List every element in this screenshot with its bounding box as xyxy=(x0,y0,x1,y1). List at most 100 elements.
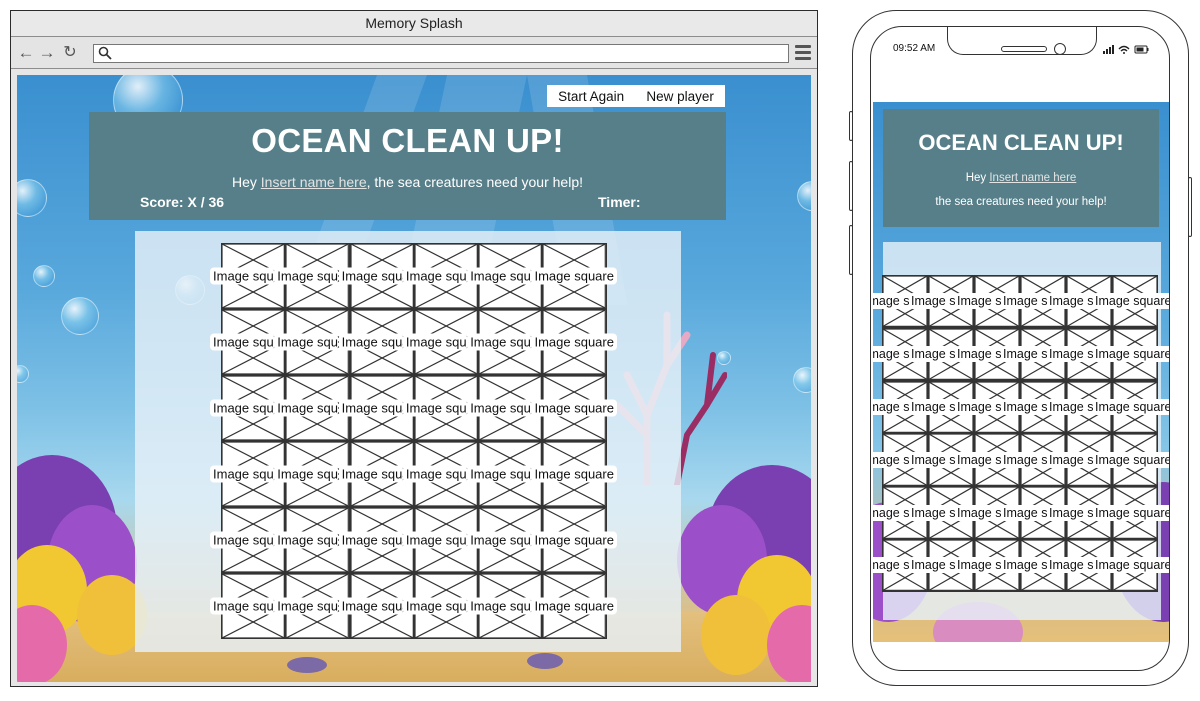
greeting-suffix: , the sea creatures need your help! xyxy=(366,174,583,190)
hamburger-menu-icon[interactable] xyxy=(795,45,811,61)
image-square-label: Image square xyxy=(210,267,274,285)
phone-side-button xyxy=(849,225,853,275)
image-square-label: Image square xyxy=(531,531,617,549)
image-square-label: Image square xyxy=(909,398,955,415)
image-square-label: Image square xyxy=(873,398,909,415)
start-again-button[interactable]: Start Again xyxy=(558,89,624,104)
image-square-label: Image square xyxy=(467,531,532,549)
image-square-label: Image square xyxy=(955,293,1001,310)
image-square-card[interactable]: Image square xyxy=(531,309,617,375)
greeting-prefix: Hey xyxy=(232,174,261,190)
bubble xyxy=(17,179,47,217)
image-square-label: Image square xyxy=(210,531,274,549)
image-square-card[interactable]: Image square xyxy=(531,243,617,309)
image-square-label: Image square xyxy=(467,333,532,351)
image-square-label: Image square xyxy=(955,398,1001,415)
image-square-card[interactable]: Image square xyxy=(1093,433,1169,487)
camera xyxy=(1054,43,1066,55)
image-square-label: Image square xyxy=(467,399,532,417)
image-square-label: Image square xyxy=(402,399,467,417)
image-square-label: Image square xyxy=(402,531,467,549)
image-square-card[interactable]: Image square xyxy=(1093,538,1169,592)
image-square-label: Image square xyxy=(909,451,955,468)
image-square-label: Image square xyxy=(955,451,1001,468)
image-square-card[interactable]: Image square xyxy=(531,375,617,441)
image-square-label: Image square xyxy=(873,557,909,574)
status-icons xyxy=(1103,45,1149,54)
image-square-label: Image square xyxy=(1047,451,1093,468)
image-square-card[interactable]: Image square xyxy=(1093,486,1169,539)
phone-frame: 09:52 AM OCEAN CLEAN UP! Hey Insert name… xyxy=(849,10,1192,686)
image-square-label: Image square xyxy=(274,267,339,285)
image-square-label: Image square xyxy=(1001,451,1047,468)
image-square-label: Image square xyxy=(1001,398,1047,415)
image-square-label: Image square xyxy=(909,557,955,574)
image-square-label: Image square xyxy=(531,333,617,351)
image-square-label: Image square xyxy=(909,293,955,310)
image-square-label: Image square xyxy=(1047,398,1093,415)
image-square-label: Image square xyxy=(338,597,403,615)
image-square-card[interactable]: Image square xyxy=(531,573,617,639)
arrow-right-icon[interactable]: → xyxy=(38,44,56,62)
image-square-label: Image square xyxy=(210,399,274,417)
image-square-label: Image square xyxy=(274,333,339,351)
game-board: Image squareImage squareImage squareImag… xyxy=(135,231,681,652)
image-square-label: Image square xyxy=(955,504,1001,521)
image-square-label: Image square xyxy=(1047,346,1093,363)
page-title: OCEAN CLEAN UP! xyxy=(251,122,564,159)
top-buttons: Start Again New player xyxy=(547,85,725,107)
image-square-label: Image square xyxy=(955,346,1001,363)
image-square-label: Image square xyxy=(467,267,532,285)
image-square-label: Image square xyxy=(338,399,403,417)
image-square-label: Image square xyxy=(338,267,403,285)
mobile-player-name-link[interactable]: Insert name here xyxy=(989,172,1076,184)
mobile-header-panel: OCEAN CLEAN UP! Hey Insert name here the… xyxy=(883,109,1159,227)
bubble xyxy=(61,297,99,335)
rock xyxy=(287,657,327,673)
image-square-label: Image square xyxy=(1047,557,1093,574)
player-name-link[interactable]: Insert name here xyxy=(261,174,367,190)
mobile-page-title: OCEAN CLEAN UP! xyxy=(918,130,1124,155)
bubble xyxy=(33,265,55,287)
reload-icon[interactable]: ↻ xyxy=(61,44,79,62)
image-square-label: Image square xyxy=(1093,451,1169,468)
mobile-greeting-line2: the sea creatures need your help! xyxy=(935,196,1107,208)
image-square-card[interactable]: Image square xyxy=(1093,327,1169,381)
image-square-card[interactable]: Image square xyxy=(531,441,617,507)
image-square-label: Image square xyxy=(274,597,339,615)
image-square-label: Image square xyxy=(402,267,467,285)
image-square-label: Image square xyxy=(402,333,467,351)
image-square-label: Image square xyxy=(873,451,909,468)
image-square-label: Image square xyxy=(1093,293,1169,310)
image-square-label: Image square xyxy=(909,504,955,521)
image-square-label: Image square xyxy=(1001,504,1047,521)
bubble xyxy=(17,365,29,383)
timer-display: Timer: xyxy=(598,194,641,210)
score-display: Score: X / 36 xyxy=(140,194,225,210)
mobile-game-board: Image squareImage squareImage squareImag… xyxy=(873,242,1169,620)
arrow-left-icon[interactable]: ← xyxy=(17,44,35,62)
browser-window: Memory Splash ← → ↻ Start Again New play… xyxy=(10,10,818,687)
image-square-label: Image square xyxy=(531,267,617,285)
image-square-label: Image square xyxy=(1093,398,1169,415)
image-square-card[interactable]: Image square xyxy=(1093,275,1169,328)
image-square-label: Image square xyxy=(274,399,339,417)
image-square-card[interactable]: Image square xyxy=(1093,380,1169,434)
image-square-label: Image square xyxy=(955,557,1001,574)
image-square-label: Image square xyxy=(338,465,403,483)
new-player-button[interactable]: New player xyxy=(646,89,714,104)
search-icon xyxy=(98,46,112,60)
bubble xyxy=(793,367,811,393)
image-square-label: Image square xyxy=(531,399,617,417)
address-bar[interactable] xyxy=(93,44,789,63)
image-square-label: Image square xyxy=(338,333,403,351)
image-square-label: Image square xyxy=(1001,557,1047,574)
image-square-label: Image square xyxy=(531,597,617,615)
image-square-card[interactable]: Image square xyxy=(531,507,617,573)
greeting: Hey Insert name here, the sea creatures … xyxy=(89,174,726,190)
header-panel: OCEAN CLEAN UP! Hey Insert name here, th… xyxy=(89,112,726,220)
bubble xyxy=(797,181,811,211)
status-time: 09:52 AM xyxy=(893,43,936,54)
image-square-label: Image square xyxy=(467,597,532,615)
image-square-label: Image square xyxy=(338,531,403,549)
